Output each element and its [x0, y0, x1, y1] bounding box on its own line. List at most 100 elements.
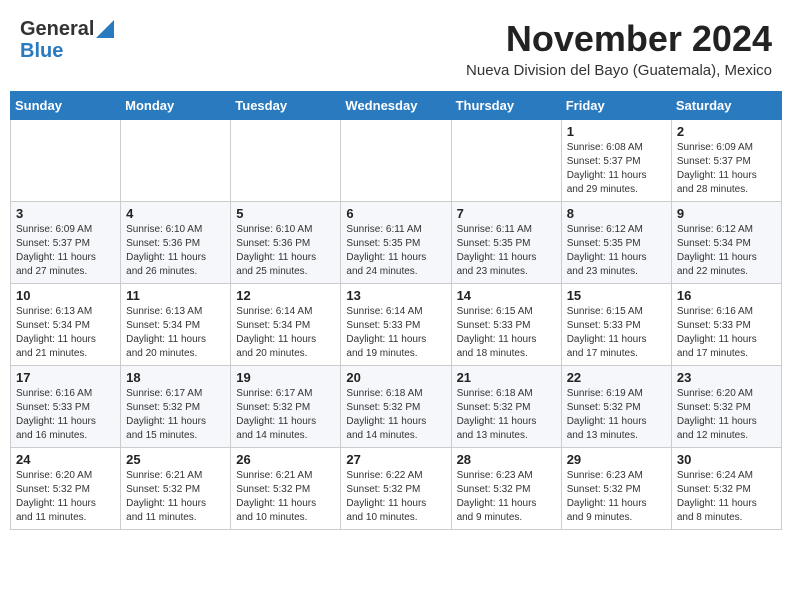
- calendar-cell: 10Sunrise: 6:13 AM Sunset: 5:34 PM Dayli…: [11, 284, 121, 366]
- calendar-cell: [11, 120, 121, 202]
- calendar-cell: 6 Sunrise: 6:11 AM Sunset: 5:35 PM Daylig…: [341, 202, 451, 284]
- calendar-cell: 23 Sunrise: 6:20 AM Sunset: 5:32 PM Dayli…: [671, 366, 781, 448]
- calendar-cell: 1 Sunrise: 6:08 AM Sunset: 5:37 PM Daylig…: [561, 120, 671, 202]
- cell-info: Sunrise: 6:21 AM Sunset: 5:32 PM Dayligh…: [236, 469, 335, 525]
- day-number: 18: [126, 370, 225, 385]
- cell-info: Sunrise: 6:15 AM Sunset: 5:33 PM Dayligh…: [567, 305, 666, 361]
- week-row-3: 17 Sunrise: 6:16 AM Sunset: 5:33 PM Dayli…: [11, 366, 782, 448]
- month-title: November 2024: [466, 18, 772, 60]
- cell-info: Sunrise: 6:16 AM Sunset: 5:33 PM Dayligh…: [16, 387, 115, 443]
- cell-info: Sunrise: 6:19 AM Sunset: 5:32 PM Dayligh…: [567, 387, 666, 443]
- day-number: 29: [567, 452, 666, 467]
- cell-info: Sunrise: 6:10 AM Sunset: 5:36 PM Dayligh…: [236, 223, 335, 279]
- header-row: SundayMondayTuesdayWednesdayThursdayFrid…: [11, 92, 782, 120]
- calendar-cell: 19 Sunrise: 6:17 AM Sunset: 5:32 PM Dayli…: [231, 366, 341, 448]
- calendar-cell: 16 Sunrise: 6:16 AM Sunset: 5:33 PM Dayli…: [671, 284, 781, 366]
- day-number: 23: [677, 370, 776, 385]
- logo-triangle-icon: [96, 20, 114, 38]
- cell-info: Sunrise: 6:10 AM Sunset: 5:36 PM Dayligh…: [126, 223, 225, 279]
- day-number: 30: [677, 452, 776, 467]
- cell-info: Sunrise: 6:09 AM Sunset: 5:37 PM Dayligh…: [16, 223, 115, 279]
- week-row-4: 24 Sunrise: 6:20 AM Sunset: 5:32 PM Dayli…: [11, 448, 782, 530]
- day-number: 5: [236, 206, 335, 221]
- day-number: 14: [457, 288, 556, 303]
- calendar-cell: 24 Sunrise: 6:20 AM Sunset: 5:32 PM Dayli…: [11, 448, 121, 530]
- calendar-cell: 13 Sunrise: 6:14 AM Sunset: 5:33 PM Dayli…: [341, 284, 451, 366]
- calendar-cell: 26 Sunrise: 6:21 AM Sunset: 5:32 PM Dayli…: [231, 448, 341, 530]
- cell-info: Sunrise: 6:24 AM Sunset: 5:32 PM Dayligh…: [677, 469, 776, 525]
- header-day-wednesday: Wednesday: [341, 92, 451, 120]
- day-number: 13: [346, 288, 445, 303]
- cell-info: Sunrise: 6:21 AM Sunset: 5:32 PM Dayligh…: [126, 469, 225, 525]
- calendar-cell: 9 Sunrise: 6:12 AM Sunset: 5:34 PM Daylig…: [671, 202, 781, 284]
- calendar-cell: 14 Sunrise: 6:15 AM Sunset: 5:33 PM Dayli…: [451, 284, 561, 366]
- cell-info: Sunrise: 6:08 AM Sunset: 5:37 PM Dayligh…: [567, 141, 666, 197]
- cell-info: Sunrise: 6:14 AM Sunset: 5:33 PM Dayligh…: [346, 305, 445, 361]
- calendar-cell: 27Sunrise: 6:22 AM Sunset: 5:32 PM Dayli…: [341, 448, 451, 530]
- calendar-cell: 2 Sunrise: 6:09 AM Sunset: 5:37 PM Daylig…: [671, 120, 781, 202]
- logo-general: General: [20, 18, 94, 40]
- calendar-cell: 20 Sunrise: 6:18 AM Sunset: 5:32 PM Dayli…: [341, 366, 451, 448]
- calendar-table: SundayMondayTuesdayWednesdayThursdayFrid…: [10, 91, 782, 530]
- cell-info: Sunrise: 6:13 AM Sunset: 5:34 PM Dayligh…: [126, 305, 225, 361]
- calendar-cell: 22 Sunrise: 6:19 AM Sunset: 5:32 PM Dayli…: [561, 366, 671, 448]
- day-number: 26: [236, 452, 335, 467]
- calendar-cell: 7 Sunrise: 6:11 AM Sunset: 5:35 PM Daylig…: [451, 202, 561, 284]
- cell-info: Sunrise: 6:18 AM Sunset: 5:32 PM Dayligh…: [457, 387, 556, 443]
- cell-info: Sunrise: 6:17 AM Sunset: 5:32 PM Dayligh…: [126, 387, 225, 443]
- header: General Blue November 2024 Nueva Divisio…: [10, 10, 782, 83]
- day-number: 22: [567, 370, 666, 385]
- header-day-sunday: Sunday: [11, 92, 121, 120]
- cell-info: Sunrise: 6:14 AM Sunset: 5:34 PM Dayligh…: [236, 305, 335, 361]
- cell-info: Sunrise: 6:18 AM Sunset: 5:32 PM Dayligh…: [346, 387, 445, 443]
- calendar-cell: 21 Sunrise: 6:18 AM Sunset: 5:32 PM Dayli…: [451, 366, 561, 448]
- calendar-cell: 15Sunrise: 6:15 AM Sunset: 5:33 PM Dayli…: [561, 284, 671, 366]
- week-row-2: 10Sunrise: 6:13 AM Sunset: 5:34 PM Dayli…: [11, 284, 782, 366]
- calendar-cell: 4 Sunrise: 6:10 AM Sunset: 5:36 PM Daylig…: [121, 202, 231, 284]
- cell-info: Sunrise: 6:11 AM Sunset: 5:35 PM Dayligh…: [457, 223, 556, 279]
- day-number: 19: [236, 370, 335, 385]
- day-number: 1: [567, 124, 666, 139]
- day-number: 6: [346, 206, 445, 221]
- day-number: 2: [677, 124, 776, 139]
- week-row-0: 1 Sunrise: 6:08 AM Sunset: 5:37 PM Daylig…: [11, 120, 782, 202]
- day-number: 7: [457, 206, 556, 221]
- day-number: 4: [126, 206, 225, 221]
- cell-info: Sunrise: 6:16 AM Sunset: 5:33 PM Dayligh…: [677, 305, 776, 361]
- calendar-cell: [451, 120, 561, 202]
- cell-info: Sunrise: 6:12 AM Sunset: 5:34 PM Dayligh…: [677, 223, 776, 279]
- cell-info: Sunrise: 6:11 AM Sunset: 5:35 PM Dayligh…: [346, 223, 445, 279]
- cell-info: Sunrise: 6:13 AM Sunset: 5:34 PM Dayligh…: [16, 305, 115, 361]
- calendar-cell: 3Sunrise: 6:09 AM Sunset: 5:37 PM Daylig…: [11, 202, 121, 284]
- calendar-cell: 17 Sunrise: 6:16 AM Sunset: 5:33 PM Dayli…: [11, 366, 121, 448]
- calendar-cell: 28Sunrise: 6:23 AM Sunset: 5:32 PM Dayli…: [451, 448, 561, 530]
- day-number: 20: [346, 370, 445, 385]
- cell-info: Sunrise: 6:23 AM Sunset: 5:32 PM Dayligh…: [567, 469, 666, 525]
- calendar-cell: [121, 120, 231, 202]
- week-row-1: 3Sunrise: 6:09 AM Sunset: 5:37 PM Daylig…: [11, 202, 782, 284]
- cell-info: Sunrise: 6:17 AM Sunset: 5:32 PM Dayligh…: [236, 387, 335, 443]
- calendar-cell: 25Sunrise: 6:21 AM Sunset: 5:32 PM Dayli…: [121, 448, 231, 530]
- day-number: 9: [677, 206, 776, 221]
- cell-info: Sunrise: 6:09 AM Sunset: 5:37 PM Dayligh…: [677, 141, 776, 197]
- logo: General Blue: [20, 18, 114, 62]
- day-number: 16: [677, 288, 776, 303]
- header-day-tuesday: Tuesday: [231, 92, 341, 120]
- cell-info: Sunrise: 6:23 AM Sunset: 5:32 PM Dayligh…: [457, 469, 556, 525]
- day-number: 24: [16, 452, 115, 467]
- cell-info: Sunrise: 6:20 AM Sunset: 5:32 PM Dayligh…: [16, 469, 115, 525]
- logo-blue: Blue: [20, 40, 63, 62]
- cell-info: Sunrise: 6:15 AM Sunset: 5:33 PM Dayligh…: [457, 305, 556, 361]
- title-area: November 2024 Nueva Division del Bayo (G…: [466, 18, 772, 79]
- calendar-cell: 5 Sunrise: 6:10 AM Sunset: 5:36 PM Daylig…: [231, 202, 341, 284]
- day-number: 8: [567, 206, 666, 221]
- cell-info: Sunrise: 6:20 AM Sunset: 5:32 PM Dayligh…: [677, 387, 776, 443]
- header-day-saturday: Saturday: [671, 92, 781, 120]
- day-number: 11: [126, 288, 225, 303]
- location-subtitle: Nueva Division del Bayo (Guatemala), Mex…: [466, 62, 772, 79]
- header-day-monday: Monday: [121, 92, 231, 120]
- day-number: 17: [16, 370, 115, 385]
- calendar-cell: 30 Sunrise: 6:24 AM Sunset: 5:32 PM Dayli…: [671, 448, 781, 530]
- calendar-cell: [341, 120, 451, 202]
- day-number: 21: [457, 370, 556, 385]
